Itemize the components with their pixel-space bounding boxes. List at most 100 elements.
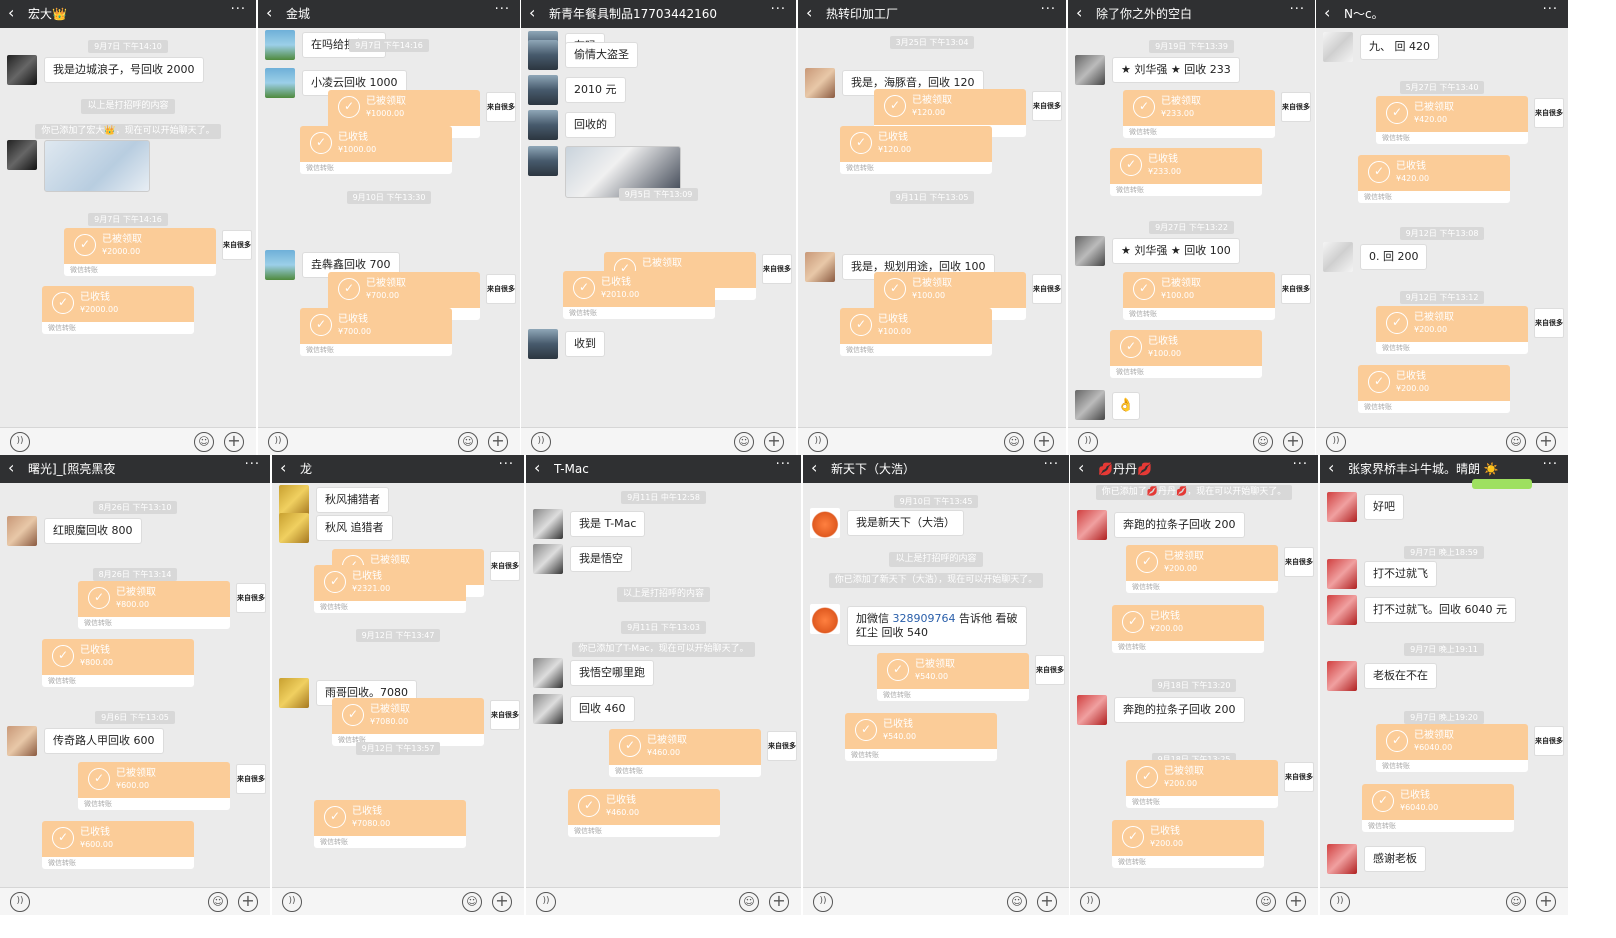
back-arrow-icon[interactable]: ‹ [1328,458,1334,478]
transfer-card-sent[interactable]: ✓ 已被领取 ¥200.00 微信转账 [1376,306,1528,354]
voice-input-icon[interactable]: )) [1080,892,1100,912]
plus-icon[interactable]: + [1286,892,1306,912]
emoji-icon[interactable]: ☺ [1256,892,1276,912]
plus-icon[interactable]: + [488,432,508,452]
contact-avatar[interactable] [805,252,835,282]
message-bubble[interactable]: 九、 回 420 [1360,34,1439,60]
plus-icon[interactable]: + [1536,432,1556,452]
voice-input-icon[interactable]: )) [536,892,556,912]
transfer-card-sent[interactable]: ✓ 已被领取 ¥200.00 微信转账 [1126,545,1278,593]
contact-avatar[interactable] [1075,236,1105,266]
transfer-card-received[interactable]: ✓ 已收钱 ¥420.00 微信转账 [1358,155,1510,203]
back-arrow-icon[interactable]: ‹ [266,3,272,23]
contact-avatar[interactable] [1327,844,1357,874]
wechat-id-link[interactable]: 328909764 [893,612,956,625]
emoji-message[interactable]: 👌 [1112,392,1140,420]
contact-avatar[interactable] [533,509,563,539]
my-avatar[interactable]: 来自很多 [486,92,516,122]
emoji-icon[interactable]: ☺ [1007,892,1027,912]
transfer-card-received[interactable]: ✓ 已收钱 ¥200.00 微信转账 [1112,820,1264,868]
my-avatar[interactable]: 来自很多 [222,230,252,260]
contact-avatar[interactable] [279,485,309,515]
emoji-icon[interactable]: ☺ [462,892,482,912]
more-options-icon[interactable]: ··· [776,457,791,472]
more-options-icon[interactable]: ··· [231,2,246,17]
message-bubble[interactable]: 我是 T-Mac [570,511,646,537]
transfer-card-received[interactable]: ✓ 已收钱 ¥2000.00 微信转账 [42,286,194,334]
back-arrow-icon[interactable]: ‹ [1078,458,1084,478]
more-options-icon[interactable]: ··· [499,457,514,472]
emoji-icon[interactable]: ☺ [1253,432,1273,452]
contact-avatar[interactable] [1077,510,1107,540]
message-bubble[interactable]: 秋风捕猎者 [316,487,389,513]
back-arrow-icon[interactable]: ‹ [534,458,540,478]
contact-avatar[interactable] [1075,390,1105,420]
message-bubble[interactable]: 0. 回 200 [1360,244,1428,270]
voice-input-icon[interactable]: )) [813,892,833,912]
my-avatar[interactable]: 来自很多 [1534,308,1564,338]
plus-icon[interactable]: + [224,432,244,452]
back-arrow-icon[interactable]: ‹ [1324,3,1330,23]
contact-avatar[interactable] [265,68,295,98]
contact-avatar[interactable] [1075,55,1105,85]
message-bubble[interactable]: 加微信 328909764 告诉他 看破 红尘 回收 540 [847,606,1027,646]
plus-icon[interactable]: + [769,892,789,912]
my-avatar[interactable]: 来自很多 [767,731,797,761]
transfer-card-received[interactable]: ✓ 已收钱 ¥2321.00 微信转账 [314,565,466,613]
transfer-card-received[interactable]: ✓ 已收钱 ¥100.00 微信转账 [840,308,992,356]
voice-input-icon[interactable]: )) [1326,432,1346,452]
more-options-icon[interactable]: ··· [1543,2,1558,17]
plus-icon[interactable]: + [1034,432,1054,452]
transfer-card-received[interactable]: ✓ 已收钱 ¥6040.00 微信转账 [1362,784,1514,832]
emoji-icon[interactable]: ☺ [1004,432,1024,452]
transfer-card-sent[interactable]: ✓ 已被领取 ¥460.00 微信转账 [609,729,761,777]
message-bubble[interactable]: 奔跑的拉条子回收 200 [1114,697,1245,723]
my-avatar[interactable]: 来自很多 [1032,274,1062,304]
my-avatar[interactable]: 来自很多 [236,764,266,794]
transfer-card-received[interactable]: ✓ 已收钱 ¥700.00 微信转账 [300,308,452,356]
contact-avatar[interactable] [7,55,37,85]
more-options-icon[interactable]: ··· [771,2,786,17]
back-arrow-icon[interactable]: ‹ [8,3,14,23]
transfer-card-received[interactable]: ✓ 已收钱 ¥120.00 微信转账 [840,126,992,174]
contact-avatar[interactable] [1327,661,1357,691]
voice-input-icon[interactable]: )) [808,432,828,452]
my-avatar[interactable]: 来自很多 [1032,91,1062,121]
transfer-card-received[interactable]: ✓ 已收钱 ¥1000.00 微信转账 [300,126,452,174]
plus-icon[interactable]: + [238,892,258,912]
message-bubble[interactable]: 好吧 [1364,494,1404,520]
contact-avatar[interactable] [265,250,295,280]
transfer-card-received[interactable]: ✓ 已收钱 ¥600.00 微信转账 [42,821,194,869]
message-bubble[interactable]: 秋风 追猎者 [316,515,393,541]
voice-input-icon[interactable]: )) [1330,892,1350,912]
back-arrow-icon[interactable]: ‹ [280,458,286,478]
my-avatar[interactable]: 来自很多 [236,583,266,613]
transfer-card-received[interactable]: ✓ 已收钱 ¥200.00 微信转账 [1358,365,1510,413]
transfer-card-sent[interactable]: ✓ 已被领取 ¥540.00 微信转账 [877,653,1029,701]
contact-avatar[interactable] [805,68,835,98]
contact-avatar[interactable] [1327,595,1357,625]
plus-icon[interactable]: + [492,892,512,912]
contact-avatar[interactable] [1323,32,1353,62]
my-avatar[interactable]: 来自很多 [486,274,516,304]
sent-message-bubble[interactable] [1472,479,1532,489]
more-options-icon[interactable]: ··· [245,457,260,472]
my-avatar[interactable]: 来自很多 [1284,547,1314,577]
transfer-card-sent[interactable]: ✓ 已被领取 ¥6040.00 微信转账 [1376,724,1528,772]
my-avatar[interactable]: 来自很多 [1534,726,1564,756]
emoji-icon[interactable]: ☺ [739,892,759,912]
emoji-icon[interactable]: ☺ [1506,432,1526,452]
contact-avatar[interactable] [1327,492,1357,522]
more-options-icon[interactable]: ··· [495,2,510,17]
my-avatar[interactable]: 来自很多 [1534,98,1564,128]
back-arrow-icon[interactable]: ‹ [806,3,812,23]
message-bubble[interactable]: 老板在不在 [1364,663,1437,689]
message-bubble[interactable]: 收到 [565,331,605,357]
transfer-card-received[interactable]: ✓ 已收钱 ¥100.00 微信转账 [1110,330,1262,378]
transfer-card-sent[interactable]: ✓ 已被领取 ¥100.00 微信转账 [1123,272,1275,320]
my-avatar[interactable]: 来自很多 [1035,655,1065,685]
transfer-card-received[interactable]: ✓ 已收钱 ¥7080.00 微信转账 [314,800,466,848]
message-bubble[interactable]: 我是新天下（大浩） [847,510,964,536]
voice-input-icon[interactable]: )) [1078,432,1098,452]
emoji-icon[interactable]: ☺ [208,892,228,912]
